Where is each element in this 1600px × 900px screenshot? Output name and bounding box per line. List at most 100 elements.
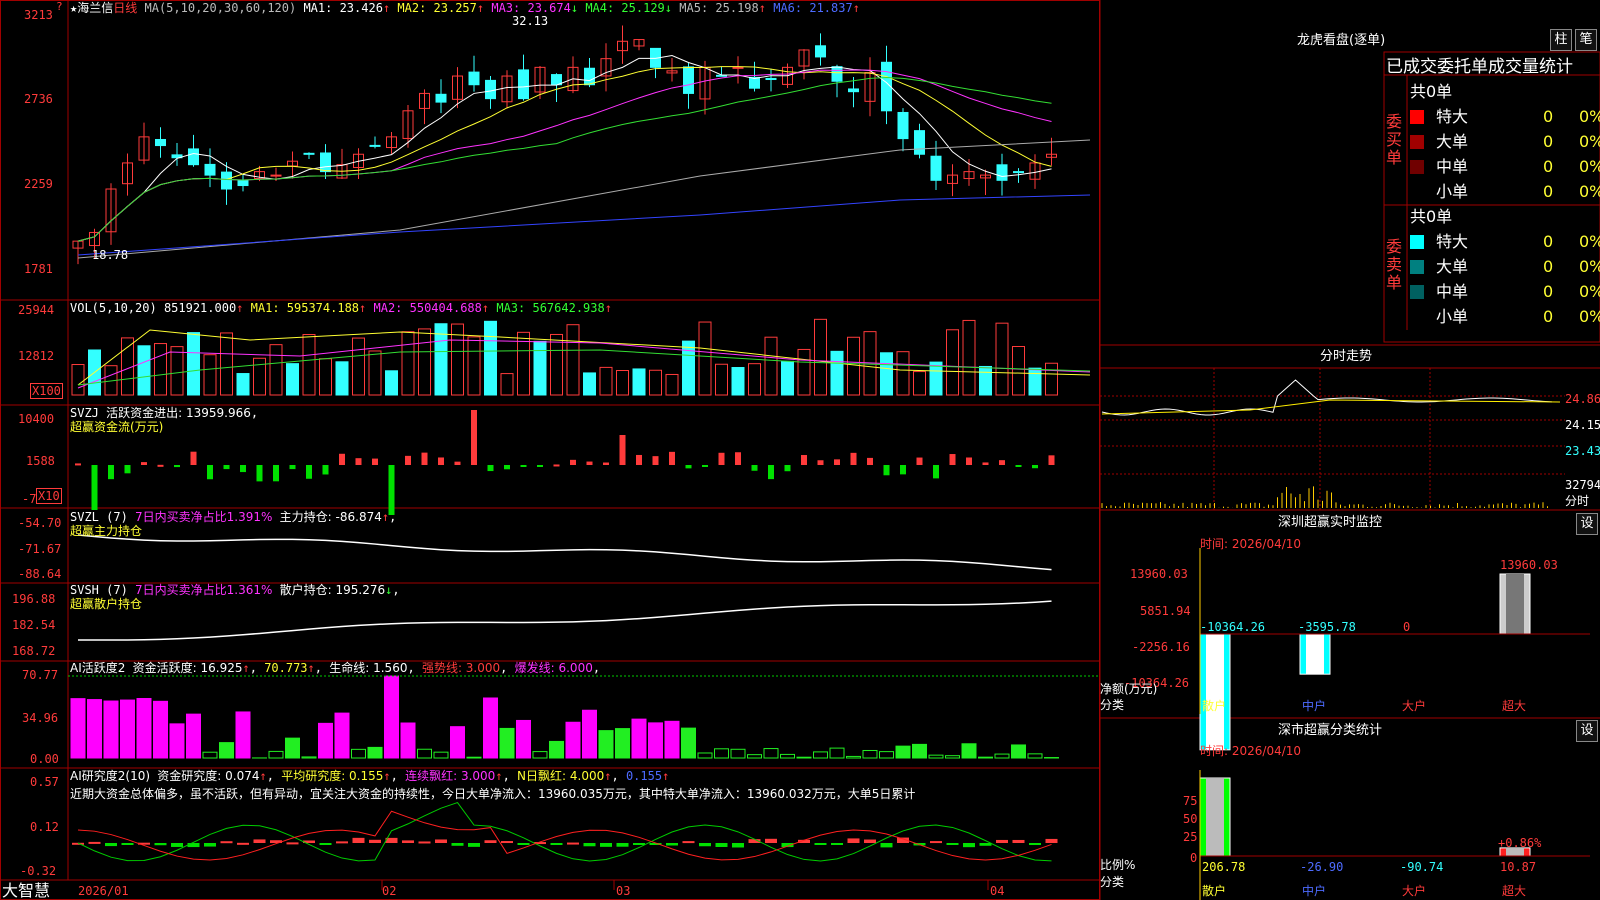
fund-flow-bar [108,465,114,480]
svzj-header: SVZJ 活跃资金进出: 13959.966, [70,406,259,420]
price-tick: 2259 [24,177,53,191]
volume-bar [500,373,514,396]
research-bar [765,838,777,843]
volume-bar [302,334,316,396]
ai2-comment: 近期大资金总体偏多，虽不活跃，但有异动，宜关注大资金的持续性，今日大单净流入：1… [70,787,916,801]
column-view-button[interactable]: 柱 [1550,29,1572,51]
buy-total: 共0单 [1410,82,1453,101]
chart-canvas[interactable] [0,0,1600,900]
tick-view-button[interactable]: 笔 [1575,29,1597,51]
ai2-label: AI研究度2(10) [70,769,151,783]
intraday-price-line [1101,379,1553,416]
fund-flow-bar [91,465,98,510]
activity-bar [532,751,548,759]
fund-flow-bar [553,464,560,467]
activity-bar [978,756,993,759]
period-label[interactable]: 日线 [113,1,137,15]
ma-label: MA(5,10,20,30,60,120) [144,1,297,15]
high-price-label: 32.13 [512,14,549,28]
svsh-tick: 182.54 [12,618,56,632]
fund-flow-bar [834,459,840,465]
vol-label: VOL(5,10,20) [70,301,157,315]
sz-monitor-settings-button[interactable]: 设 [1576,513,1598,535]
ma2-value: MA2: 23.257 [397,1,477,15]
sz-class-title: 深市超赢分类统计 [1278,723,1383,738]
research-bar [451,843,464,846]
order-qty: 0 [1543,132,1554,151]
volume-bar [764,336,778,396]
ai1-tick: 0.00 [30,752,59,766]
ai2-last: 0.155 [625,769,663,783]
activity-bar [862,749,878,759]
ai1-act: 资金活跃度: 16.925 [132,661,243,675]
candle-body [897,111,909,140]
sz-class-settings-button[interactable]: 设 [1576,720,1598,742]
activity-bar [433,751,449,759]
ai2-red: 连续飘红: 3.000 [405,769,496,783]
order-color-swatch [1410,110,1424,124]
vol-ma2: MA2: 550404.688 [373,301,482,315]
intraday-vol-label: 分时 [1565,494,1590,508]
vol-tick: 12812 [18,349,55,363]
volume-bar [566,324,580,396]
x-axis-label: 02 [382,884,397,898]
ai1-life: 生命线: 1.560 [329,661,408,675]
fund-flow-bar [75,463,81,466]
research-bar [946,843,959,845]
research-bar [666,843,678,846]
ma2-up-icon: ↑ [476,1,485,15]
activity-bar [367,746,383,759]
activity-bar [780,753,795,759]
volume-bar [979,365,992,396]
volume-bar [599,366,613,396]
vol-tick: 25944 [18,303,55,317]
ai1-avg-up-icon: ↑ [307,661,315,675]
svsh-header: SVSH (7) 7日内买卖净占比1.361% 散户持仓: 195.276↓, [70,583,400,597]
svsh-label: SVSH (7) [70,583,128,597]
volume-bar [896,351,910,396]
sz-monitor-tick: -2256.16 [1132,640,1190,654]
order-pct: 0% [1579,232,1600,251]
volume-bar [962,319,976,396]
activity-bar [483,697,498,759]
svzj-unit-button[interactable]: X10 [36,488,62,504]
fund-flow-bar [124,465,131,474]
research-bar [600,843,612,847]
activity-bar [714,748,729,759]
question-icon[interactable]: ? [56,0,63,14]
vol-ma3: MA3: 567642.938 [496,301,605,315]
ai2-avg-up-icon: ↑ [383,769,391,783]
ma4-down-icon: ↓ [664,1,673,15]
activity-bar [598,730,614,759]
fund-flow-bar [619,435,626,465]
x-axis-label: 03 [616,884,631,898]
activity-bar [730,748,746,759]
research-bar [402,840,414,843]
candle-body [815,45,826,58]
activity-bar [103,700,119,759]
order-size-label: 中单 [1436,282,1469,301]
volume-bar [137,345,151,396]
ai1-label: AI活跃度2 [70,661,126,675]
ai2-nred: N日飘红: 4.000 [517,769,605,783]
sz-class-axis-label: 比例% [1100,858,1136,872]
vol-ma1: MA1: 595374.188 [250,301,360,315]
volume-bar [682,340,695,396]
volume-bar [698,321,712,396]
fund-flow-bar [636,454,642,465]
net-amount-bar-highlight [1206,634,1224,750]
research-bar [418,841,431,844]
research-bar [1029,843,1041,846]
volume-bar [731,367,745,396]
ai1-strong: 强势线: 3.000 [421,661,501,675]
activity-bar [912,743,927,759]
volume-bar [319,358,332,396]
vol-unit-button[interactable]: X100 [30,383,63,399]
research-bar [237,842,249,845]
svsh-pos: 散户持仓: 195.276 [279,583,386,597]
candle-body [930,155,942,181]
ai2-tick: 0.12 [30,820,59,834]
ma6-value: MA6: 21.837 [773,1,853,15]
research-bar [616,843,629,847]
volume-bar [385,370,398,396]
